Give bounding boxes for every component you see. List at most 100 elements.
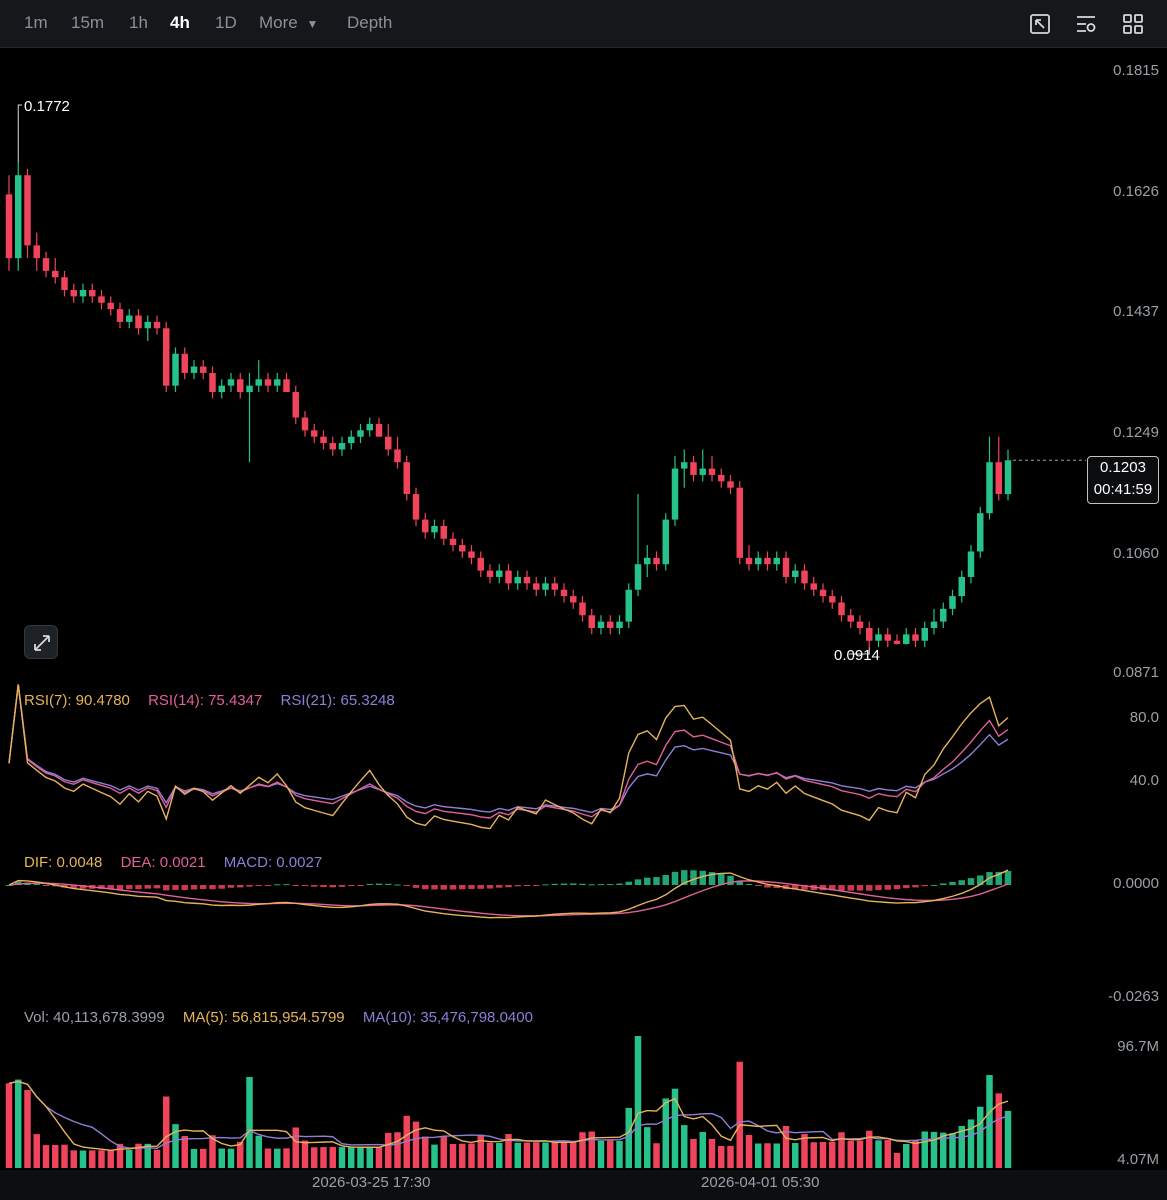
candle-body: [394, 449, 401, 463]
candle-body: [764, 557, 771, 565]
candle-body: [949, 596, 956, 609]
macd-histogram-bar: [422, 885, 429, 890]
candle-body: [542, 583, 549, 590]
volume-bar: [986, 1075, 993, 1168]
candle-body: [190, 366, 198, 373]
macd-histogram-bar: [292, 885, 299, 886]
volume-bar: [653, 1143, 660, 1168]
expand-chart-button[interactable]: [24, 625, 58, 659]
macd-histogram-bar: [662, 874, 669, 885]
volume-bar: [893, 1152, 901, 1168]
macd-histogram-bar: [153, 885, 161, 889]
candle-body: [283, 379, 290, 393]
macd-histogram-bar: [209, 885, 216, 890]
candle-body: [61, 277, 68, 291]
candle-body: [690, 462, 697, 475]
candle-body: [144, 321, 151, 329]
macd-histogram-bar: [311, 885, 318, 887]
candle-body: [70, 290, 77, 297]
macd-histogram-bar: [449, 885, 457, 890]
volume-bar: [884, 1140, 891, 1168]
candle-body: [311, 430, 318, 437]
macd-histogram-bar: [468, 885, 475, 889]
candle-body: [773, 557, 780, 565]
candle-body: [255, 379, 262, 386]
candle-body: [588, 615, 595, 628]
candle-body: [986, 462, 993, 514]
volume-axis-label: 96.7M: [1117, 1038, 1159, 1055]
macd-axis-label: -0.0263: [1108, 988, 1159, 1005]
macd-histogram-bar: [181, 885, 188, 891]
macd-histogram-bar: [644, 877, 651, 885]
volume-bar: [977, 1106, 984, 1168]
candle-body: [718, 474, 725, 482]
macd-histogram-bar: [126, 885, 133, 890]
macd-histogram-bar: [893, 885, 901, 890]
macd-histogram-bar: [227, 885, 235, 888]
volume-bar: [338, 1147, 346, 1168]
volume-bar: [533, 1142, 540, 1168]
candle-body: [866, 627, 873, 641]
macd-histogram-bar: [838, 885, 845, 891]
rsi-axis-label: 40.0: [1129, 772, 1159, 789]
volume-bar: [98, 1150, 105, 1168]
volume-bar: [274, 1148, 281, 1168]
macd-histogram-bar: [847, 885, 854, 891]
candle-body: [930, 621, 938, 628]
candle-body: [940, 608, 947, 622]
volume-bar: [70, 1150, 77, 1168]
volume-bar: [440, 1136, 447, 1168]
volume-bar: [690, 1138, 697, 1168]
high-price-marker-line: [17, 104, 22, 163]
macd-histogram-bar: [745, 883, 753, 885]
volume-ma5-line: [8, 1080, 1009, 1152]
macd-histogram-bar: [190, 885, 198, 890]
candle-body: [755, 557, 762, 565]
candle-body: [533, 583, 540, 590]
macd-histogram-bar: [579, 883, 586, 885]
macd-histogram-bar: [625, 881, 632, 885]
low-price-mark: 0.0914: [834, 647, 880, 664]
candle-body: [200, 366, 207, 373]
candle-body: [551, 583, 558, 590]
candle-body: [597, 621, 605, 628]
macd-histogram-bar: [246, 885, 253, 887]
last-price-tag: 0.1203 00:41:59: [1087, 456, 1159, 504]
candle-body: [681, 462, 688, 469]
candle-body: [15, 175, 22, 259]
macd-histogram-bar: [320, 885, 327, 888]
volume-bar: [190, 1148, 198, 1168]
candle-body: [625, 589, 632, 622]
macd-histogram-bar: [727, 875, 734, 885]
candle-body: [486, 570, 494, 577]
volume-bar: [329, 1146, 336, 1168]
volume-bar: [792, 1143, 799, 1168]
macd-histogram-bar: [394, 884, 401, 886]
volume-bar: [52, 1144, 59, 1168]
macd-histogram-bar: [671, 871, 679, 885]
volume-bar: [903, 1144, 910, 1168]
macd-histogram-bar: [385, 883, 392, 885]
macd-histogram-bar: [172, 885, 179, 890]
candle-body: [782, 557, 790, 577]
volume-bar: [246, 1077, 253, 1168]
macd-histogram-bar: [375, 883, 383, 885]
volume-bar: [218, 1148, 225, 1168]
candle-body: [977, 513, 984, 552]
volume-bar: [61, 1144, 68, 1168]
volume-bar: [79, 1150, 87, 1168]
price-axis-label: 0.0871: [1113, 664, 1159, 681]
macd-histogram-bar: [412, 885, 420, 888]
candle-body: [5, 194, 13, 259]
candle-body: [24, 175, 31, 246]
volume-bar: [866, 1130, 873, 1168]
macd-histogram-bar: [755, 885, 762, 886]
price-axis-label: 0.1249: [1113, 424, 1159, 441]
volume-bar: [181, 1135, 188, 1168]
candle-body: [338, 443, 346, 450]
volume-bar: [264, 1148, 272, 1168]
candle-body: [135, 315, 142, 329]
volume-bar: [736, 1061, 743, 1168]
expand-arrows-icon: [34, 635, 50, 651]
volume-bar: [366, 1147, 373, 1168]
